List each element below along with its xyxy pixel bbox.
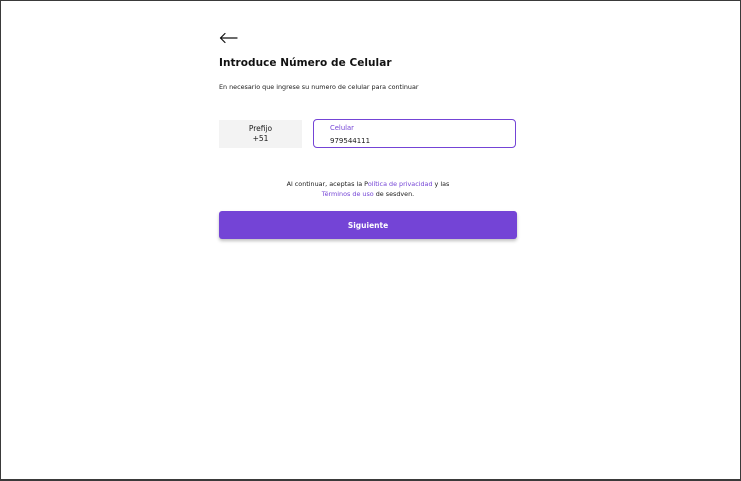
- terms-text-before: Al continuar, aceptas la P: [286, 180, 368, 188]
- privacy-policy-link[interactable]: olítica de privacidad: [368, 180, 433, 188]
- back-button[interactable]: [219, 30, 239, 46]
- terms-text-middle: y las: [432, 180, 450, 188]
- prefix-selector[interactable]: Prefijo +51: [219, 120, 302, 148]
- prefix-label: Prefijo: [248, 124, 273, 133]
- next-button[interactable]: Siguiente: [219, 211, 517, 239]
- page-subtitle: En necesario que ingrese su numero de ce…: [219, 83, 419, 91]
- arrow-left-icon: [219, 32, 238, 44]
- prefix-value: +51: [252, 134, 269, 143]
- terms-text-after: de sesdven.: [373, 190, 415, 198]
- terms-of-use-link[interactable]: Términos de uso: [322, 190, 374, 198]
- phone-input[interactable]: [330, 135, 500, 147]
- terms-notice: Al continuar, aceptas la Política de pri…: [219, 179, 517, 199]
- phone-field[interactable]: Celular: [313, 119, 516, 148]
- page-title: Introduce Número de Celular: [219, 57, 392, 69]
- phone-label: Celular: [330, 124, 354, 132]
- app-frame: [0, 0, 741, 481]
